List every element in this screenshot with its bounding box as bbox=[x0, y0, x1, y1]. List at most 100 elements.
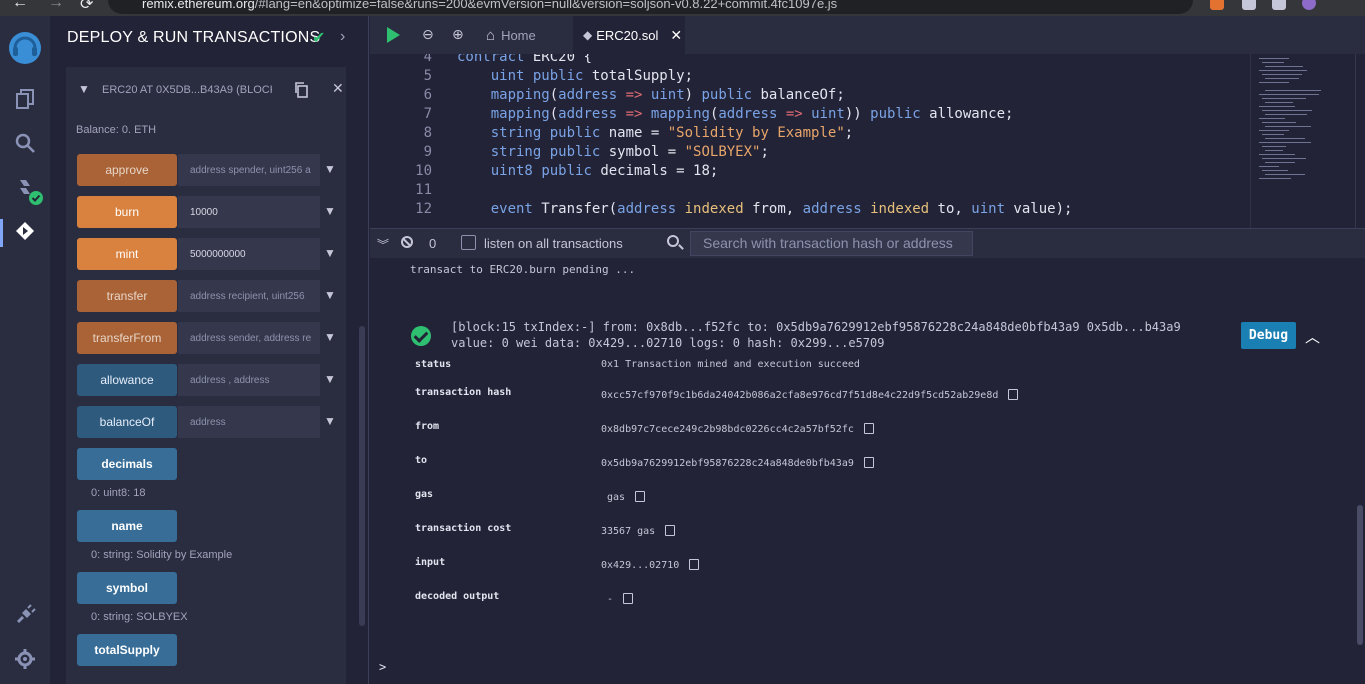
function-row-allowance: allowance address , address ▼ bbox=[77, 364, 337, 396]
totalSupply-button[interactable]: totalSupply bbox=[77, 634, 177, 666]
minimap-line bbox=[1259, 118, 1285, 119]
minimap-line bbox=[1262, 74, 1302, 75]
reload-icon[interactable]: ⟳ bbox=[80, 0, 93, 14]
minimap-line bbox=[1259, 166, 1279, 167]
contract-header[interactable]: ▼ ERC20 AT 0X5DB...B43A9 (BLOCK ✕ bbox=[66, 67, 346, 115]
copy-icon[interactable] bbox=[1008, 389, 1019, 400]
sidepanel-icon[interactable] bbox=[1272, 0, 1286, 10]
run-script-icon[interactable] bbox=[387, 27, 400, 43]
tx-row-gas: gas gas bbox=[415, 489, 1115, 503]
chevron-down-icon[interactable]: ▼ bbox=[324, 162, 336, 176]
transfer-button[interactable]: transfer bbox=[77, 280, 177, 312]
panel-scrollbar[interactable] bbox=[359, 326, 365, 626]
contract-instance-name: ERC20 AT 0X5DB...B43A9 (BLOCK bbox=[102, 84, 272, 96]
tab-erc20-sol[interactable]: ◆ ERC20.sol ✕ bbox=[573, 16, 685, 54]
name-button[interactable]: name bbox=[77, 510, 177, 542]
back-arrow-icon[interactable]: ← bbox=[12, 0, 28, 12]
chevron-down-icon[interactable]: ▼ bbox=[324, 414, 336, 428]
mint-input[interactable]: 5000000000 bbox=[178, 238, 320, 270]
deploy-run-icon[interactable] bbox=[14, 220, 36, 242]
terminal-output: transact to ERC20.burn pending ... [bloc… bbox=[370, 258, 1365, 684]
close-tab-icon[interactable]: ✕ bbox=[670, 27, 682, 44]
chevron-up-icon[interactable]: ︿ bbox=[1305, 326, 1320, 347]
tx-search-input[interactable]: Search with transaction hash or address bbox=[690, 231, 973, 256]
chevron-right-icon[interactable]: › bbox=[340, 28, 345, 46]
browser-toolbar: ← → ⟳ remix.ethereum.org/#lang=en&optimi… bbox=[0, 0, 1365, 16]
collapse-terminal-icon[interactable]: ︾ bbox=[377, 236, 389, 253]
tx-value-wrap: 0x429...02710 bbox=[601, 557, 700, 571]
close-icon[interactable]: ✕ bbox=[332, 80, 344, 97]
mint-button[interactable]: mint bbox=[77, 238, 177, 270]
deployed-contract-card: ▼ ERC20 AT 0X5DB...B43A9 (BLOCK ✕ Balanc… bbox=[66, 67, 346, 684]
code-line: 12 event Transfer(address indexed from, … bbox=[370, 201, 1250, 220]
decimals-output: 0: uint8: 18 bbox=[91, 487, 146, 499]
decimals-button[interactable]: decimals bbox=[77, 448, 177, 480]
copy-icon[interactable] bbox=[863, 423, 874, 434]
chevron-down-icon[interactable]: ▼ bbox=[78, 82, 90, 96]
terminal-scrollbar[interactable] bbox=[1357, 505, 1363, 645]
burn-input[interactable]: 10000 bbox=[178, 196, 320, 228]
code-text: uint public totalSupply; bbox=[490, 68, 694, 84]
copy-icon[interactable] bbox=[689, 559, 700, 570]
remix-logo-icon[interactable] bbox=[6, 29, 44, 67]
chevron-down-icon[interactable]: ▼ bbox=[324, 330, 336, 344]
listen-all-checkbox[interactable] bbox=[461, 235, 476, 250]
debug-button[interactable]: Debug bbox=[1241, 322, 1296, 349]
transferFrom-input[interactable]: address sender, address re bbox=[178, 322, 320, 354]
tx-value-wrap: 0x8db97c7cece249c2b98bdc0226cc4c2a57bf52… bbox=[601, 421, 874, 435]
transferFrom-button[interactable]: transferFrom bbox=[77, 322, 177, 354]
allowance-button[interactable]: allowance bbox=[77, 364, 177, 396]
balanceOf-input[interactable]: address bbox=[178, 406, 320, 438]
tx-key: to bbox=[415, 455, 428, 466]
zoom-out-icon[interactable]: ⊖ bbox=[422, 26, 434, 43]
balanceOf-button[interactable]: balanceOf bbox=[77, 406, 177, 438]
name-output: 0: string: Solidity by Example bbox=[91, 549, 233, 561]
copy-icon[interactable] bbox=[294, 82, 310, 98]
editor-tab-bar: ⊖ ⊕ ⌂ Home ◆ ERC20.sol ✕ bbox=[370, 16, 1365, 54]
minimap[interactable] bbox=[1250, 54, 1350, 228]
contract-balance: Balance: 0. ETH bbox=[76, 124, 157, 136]
editor-scrollbar[interactable] bbox=[1355, 54, 1363, 228]
check-icon: ✔ bbox=[312, 30, 326, 47]
chevron-down-icon[interactable]: ▼ bbox=[324, 372, 336, 386]
chevron-down-icon[interactable]: ▼ bbox=[324, 246, 336, 260]
code-line: 9 string public symbol = "SOLBYEX"; bbox=[370, 144, 1250, 163]
code-text: uint8 public decimals = 18; bbox=[490, 163, 719, 179]
extension-icon[interactable] bbox=[1210, 0, 1224, 10]
copy-icon[interactable] bbox=[665, 525, 676, 536]
code-editor[interactable]: 4 contract ERC20 {5 uint public totalSupp… bbox=[370, 54, 1365, 228]
burn-button[interactable]: burn bbox=[77, 196, 177, 228]
solidity-compiler-icon[interactable] bbox=[14, 176, 44, 206]
clear-console-icon[interactable] bbox=[401, 236, 413, 248]
tab-home[interactable]: ⌂ Home bbox=[486, 16, 570, 54]
puzzle-extensions-icon[interactable] bbox=[1242, 0, 1256, 10]
minimap-line bbox=[1265, 90, 1321, 91]
tx-value-wrap: 33567 gas bbox=[601, 523, 676, 537]
transfer-input[interactable]: address recipient, uint256 bbox=[178, 280, 320, 312]
chevron-down-icon[interactable]: ▼ bbox=[324, 288, 336, 302]
panel-title: DEPLOY & RUN TRANSACTIONS bbox=[67, 29, 321, 46]
copy-icon[interactable] bbox=[635, 491, 646, 502]
minimap-line bbox=[1262, 170, 1288, 171]
allowance-input[interactable]: address , address bbox=[178, 364, 320, 396]
function-row-approve: approve address spender, uint256 a ▼ bbox=[77, 154, 337, 186]
approve-button[interactable]: approve bbox=[77, 154, 177, 186]
copy-icon[interactable] bbox=[863, 457, 874, 468]
minimap-line bbox=[1262, 122, 1296, 123]
forward-arrow-icon[interactable]: → bbox=[48, 0, 64, 12]
terminal-prompt[interactable]: > bbox=[379, 660, 386, 674]
zoom-in-icon[interactable]: ⊕ bbox=[452, 26, 464, 43]
home-icon: ⌂ bbox=[486, 26, 496, 44]
code-text: string public symbol = "SOLBYEX"; bbox=[490, 144, 769, 160]
plugin-manager-icon[interactable] bbox=[14, 604, 36, 626]
profile-avatar[interactable] bbox=[1302, 0, 1316, 10]
chevron-down-icon[interactable]: ▼ bbox=[324, 204, 336, 218]
tx-value: 0xcc57cf970f9c1b6da24042b086a2cfa8e976cd… bbox=[601, 390, 999, 401]
settings-icon[interactable] bbox=[14, 648, 36, 670]
symbol-button[interactable]: symbol bbox=[77, 572, 177, 604]
file-explorer-icon[interactable] bbox=[14, 88, 36, 110]
copy-icon[interactable] bbox=[623, 593, 634, 604]
approve-input[interactable]: address spender, uint256 a bbox=[178, 154, 320, 186]
search-icon[interactable] bbox=[14, 132, 36, 154]
function-row-burn: burn 10000 ▼ bbox=[77, 196, 337, 228]
